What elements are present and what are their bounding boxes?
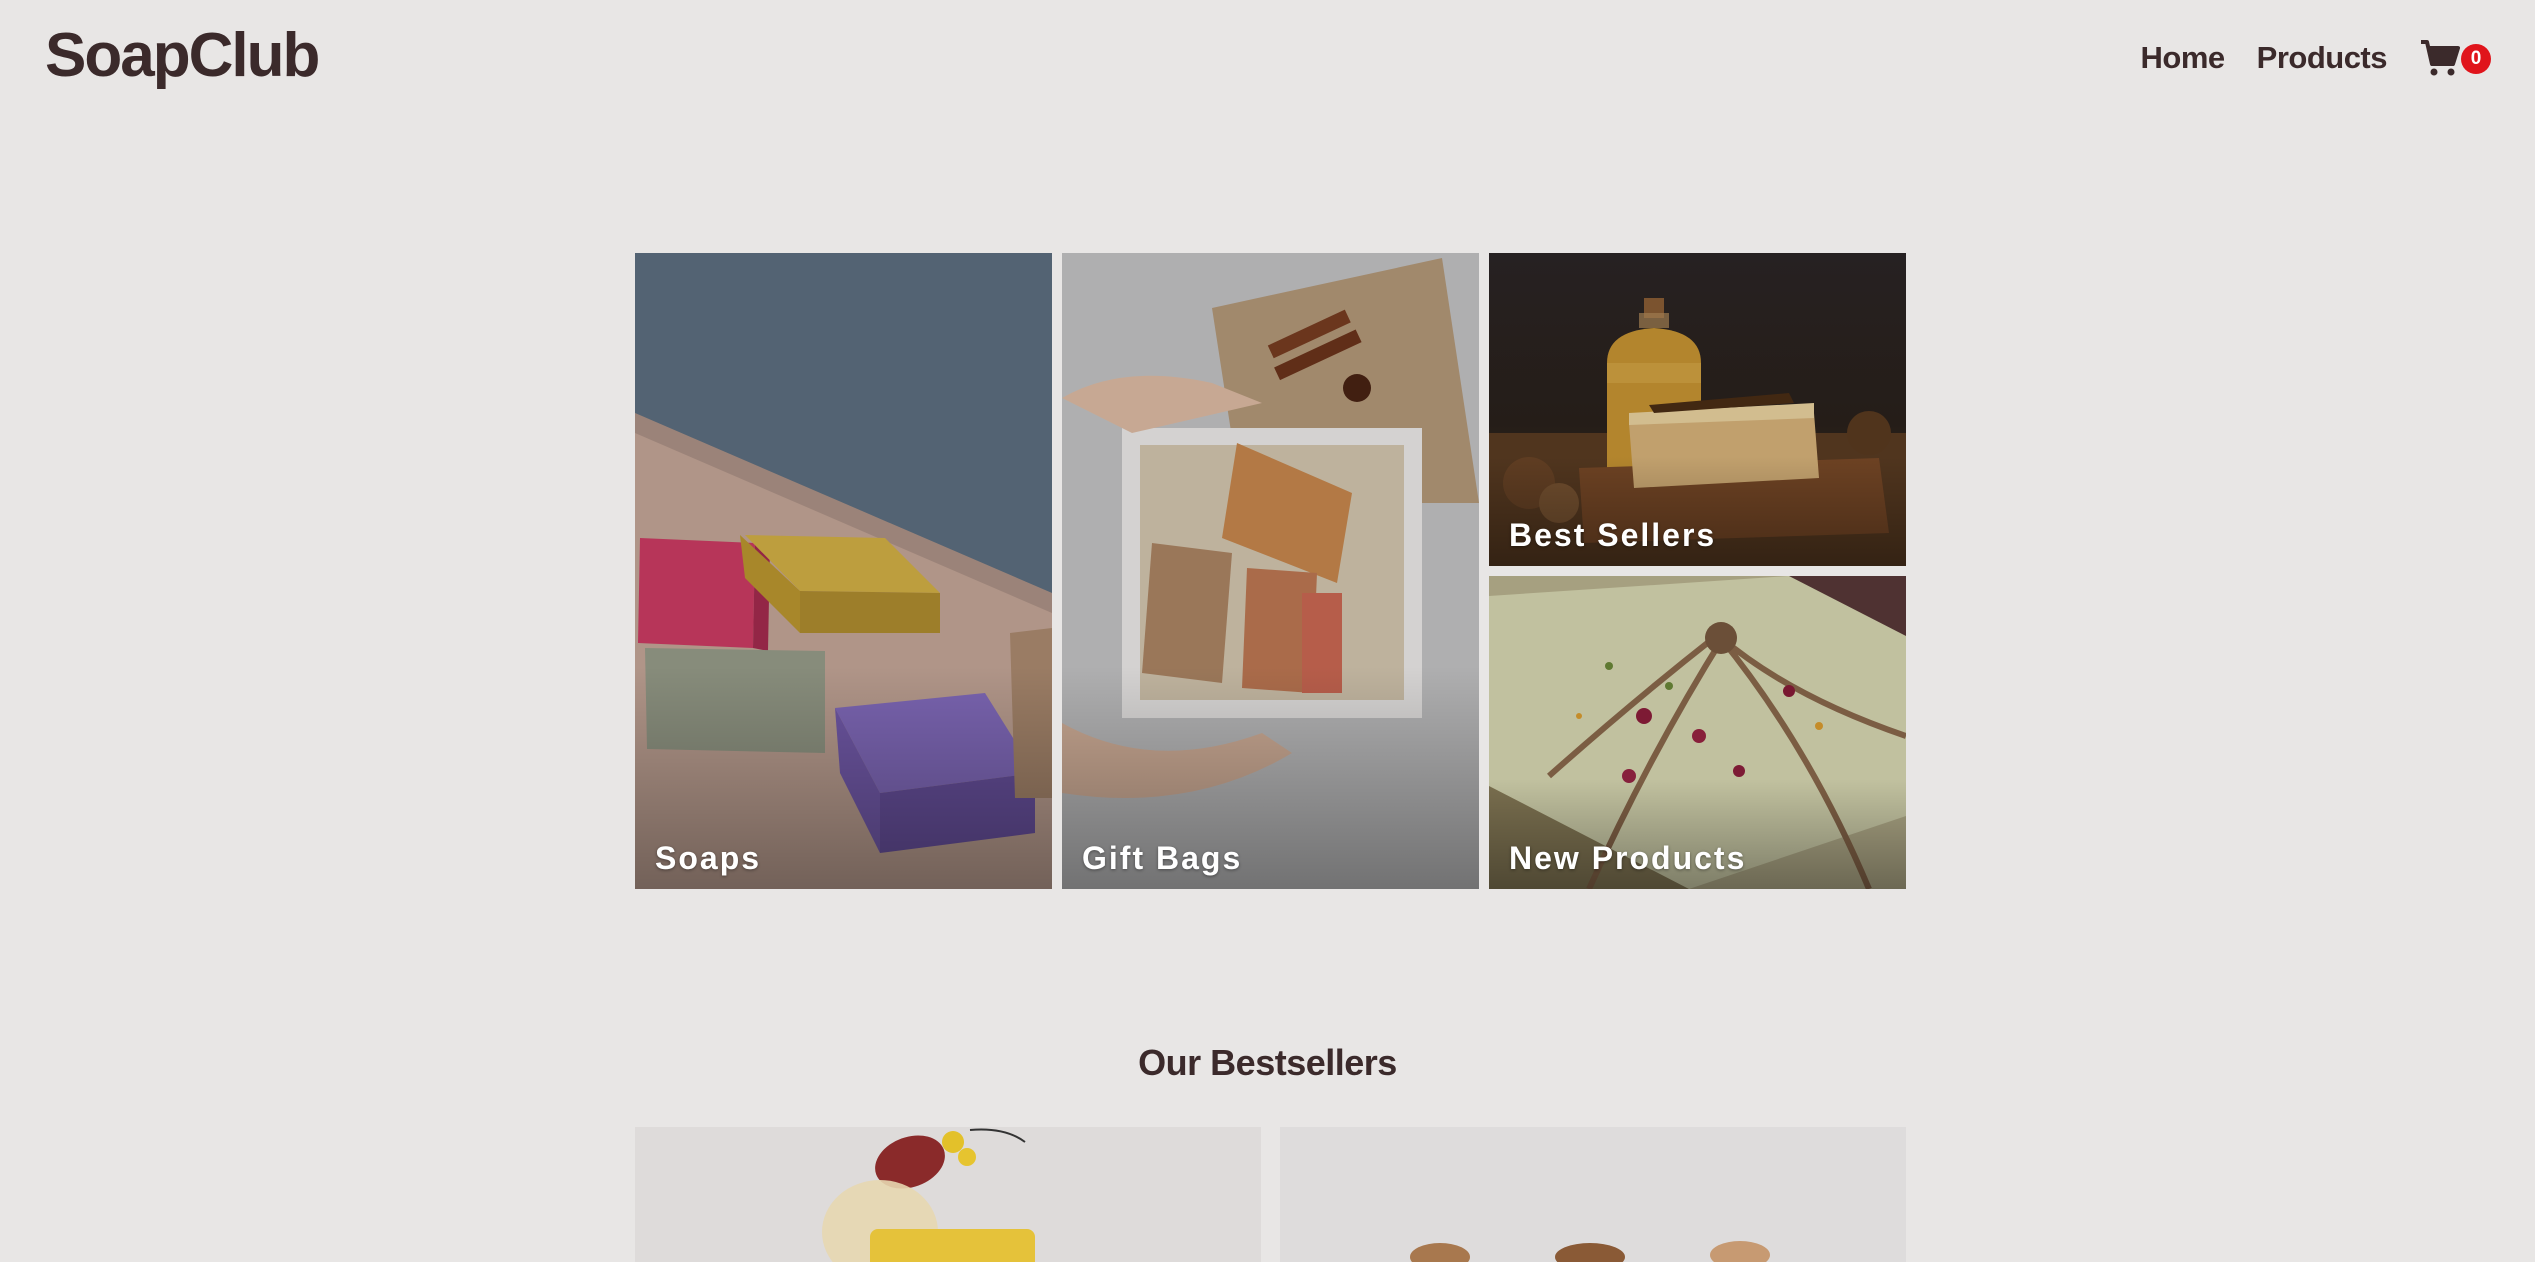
logo[interactable]: SoapClub [45,20,320,91]
category-tile-best-sellers[interactable]: Best Sellers [1489,253,1906,566]
nav-products-link[interactable]: Products [2257,40,2388,76]
bestseller-image-1 [635,1127,1261,1262]
category-label-new-products: New Products [1509,840,1747,876]
gift-bags-overlay [1062,253,1479,889]
bestseller-card-2[interactable] [1280,1127,1906,1262]
category-grid: Soaps Gift Bags Best Sellers New Product… [635,253,1906,889]
cart-icon [2421,40,2460,76]
category-tile-gift-bags[interactable]: Gift Bags [1062,253,1479,889]
soaps-overlay [635,253,1052,889]
site-header: SoapClub Home Products 0 [0,0,2535,116]
bestsellers-heading: Our Bestsellers [1138,1042,1397,1083]
main-nav: Home Products 0 [2141,34,2496,82]
category-label-gift-bags: Gift Bags [1082,840,1243,876]
cart-button[interactable]: 0 [2419,34,2495,82]
cart-count-badge: 0 [2461,44,2491,74]
category-tile-soaps[interactable]: Soaps [635,253,1052,889]
category-label-best-sellers: Best Sellers [1509,517,1717,553]
category-tile-new-products[interactable]: New Products [1489,576,1906,889]
nav-home-link[interactable]: Home [2141,40,2226,76]
bestseller-card-1[interactable] [635,1127,1261,1262]
bestseller-image-2 [1280,1127,1906,1262]
category-label-soaps: Soaps [655,840,762,876]
